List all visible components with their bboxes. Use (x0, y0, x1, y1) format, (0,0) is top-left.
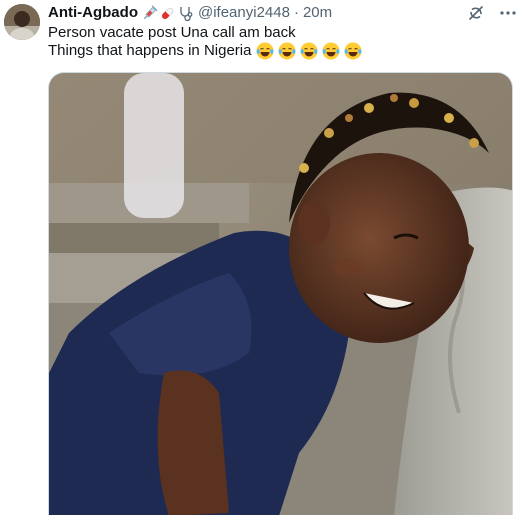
post-actions (467, 3, 517, 23)
post-header: Anti-Agbado @ifeanyi2448 · 20m (48, 3, 332, 23)
syringe-icon (143, 4, 158, 19)
photo-image (49, 73, 512, 515)
handle[interactable]: @ifeanyi2448 (198, 3, 290, 23)
laughing-tears-emoji (278, 42, 296, 60)
laughing-tears-emoji (300, 42, 318, 60)
post-text-line-2: Things that happens in Nigeria (48, 41, 363, 61)
laughing-tears-emoji (344, 42, 362, 60)
grok-icon[interactable] (467, 4, 485, 22)
avatar-image (4, 4, 40, 40)
post-text-line-1: Person vacate post Una call am back (48, 24, 296, 41)
avatar[interactable] (4, 4, 40, 40)
laughing-tears-emoji (256, 42, 274, 60)
display-name[interactable]: Anti-Agbado (48, 3, 138, 23)
stethoscope-icon (180, 6, 193, 21)
laughing-emojis (255, 41, 363, 61)
name-emojis (141, 4, 194, 22)
pill-icon (161, 7, 174, 19)
timestamp[interactable]: 20m (303, 3, 332, 23)
post-media-photo[interactable] (48, 72, 513, 515)
post-text-line-2-text: Things that happens in Nigeria (48, 42, 252, 59)
tweet[interactable]: Anti-Agbado @ifeanyi2448 · 20m Person va… (0, 0, 523, 515)
more-options-icon[interactable] (499, 4, 517, 22)
separator-dot: · (293, 4, 299, 21)
laughing-tears-emoji (322, 42, 340, 60)
